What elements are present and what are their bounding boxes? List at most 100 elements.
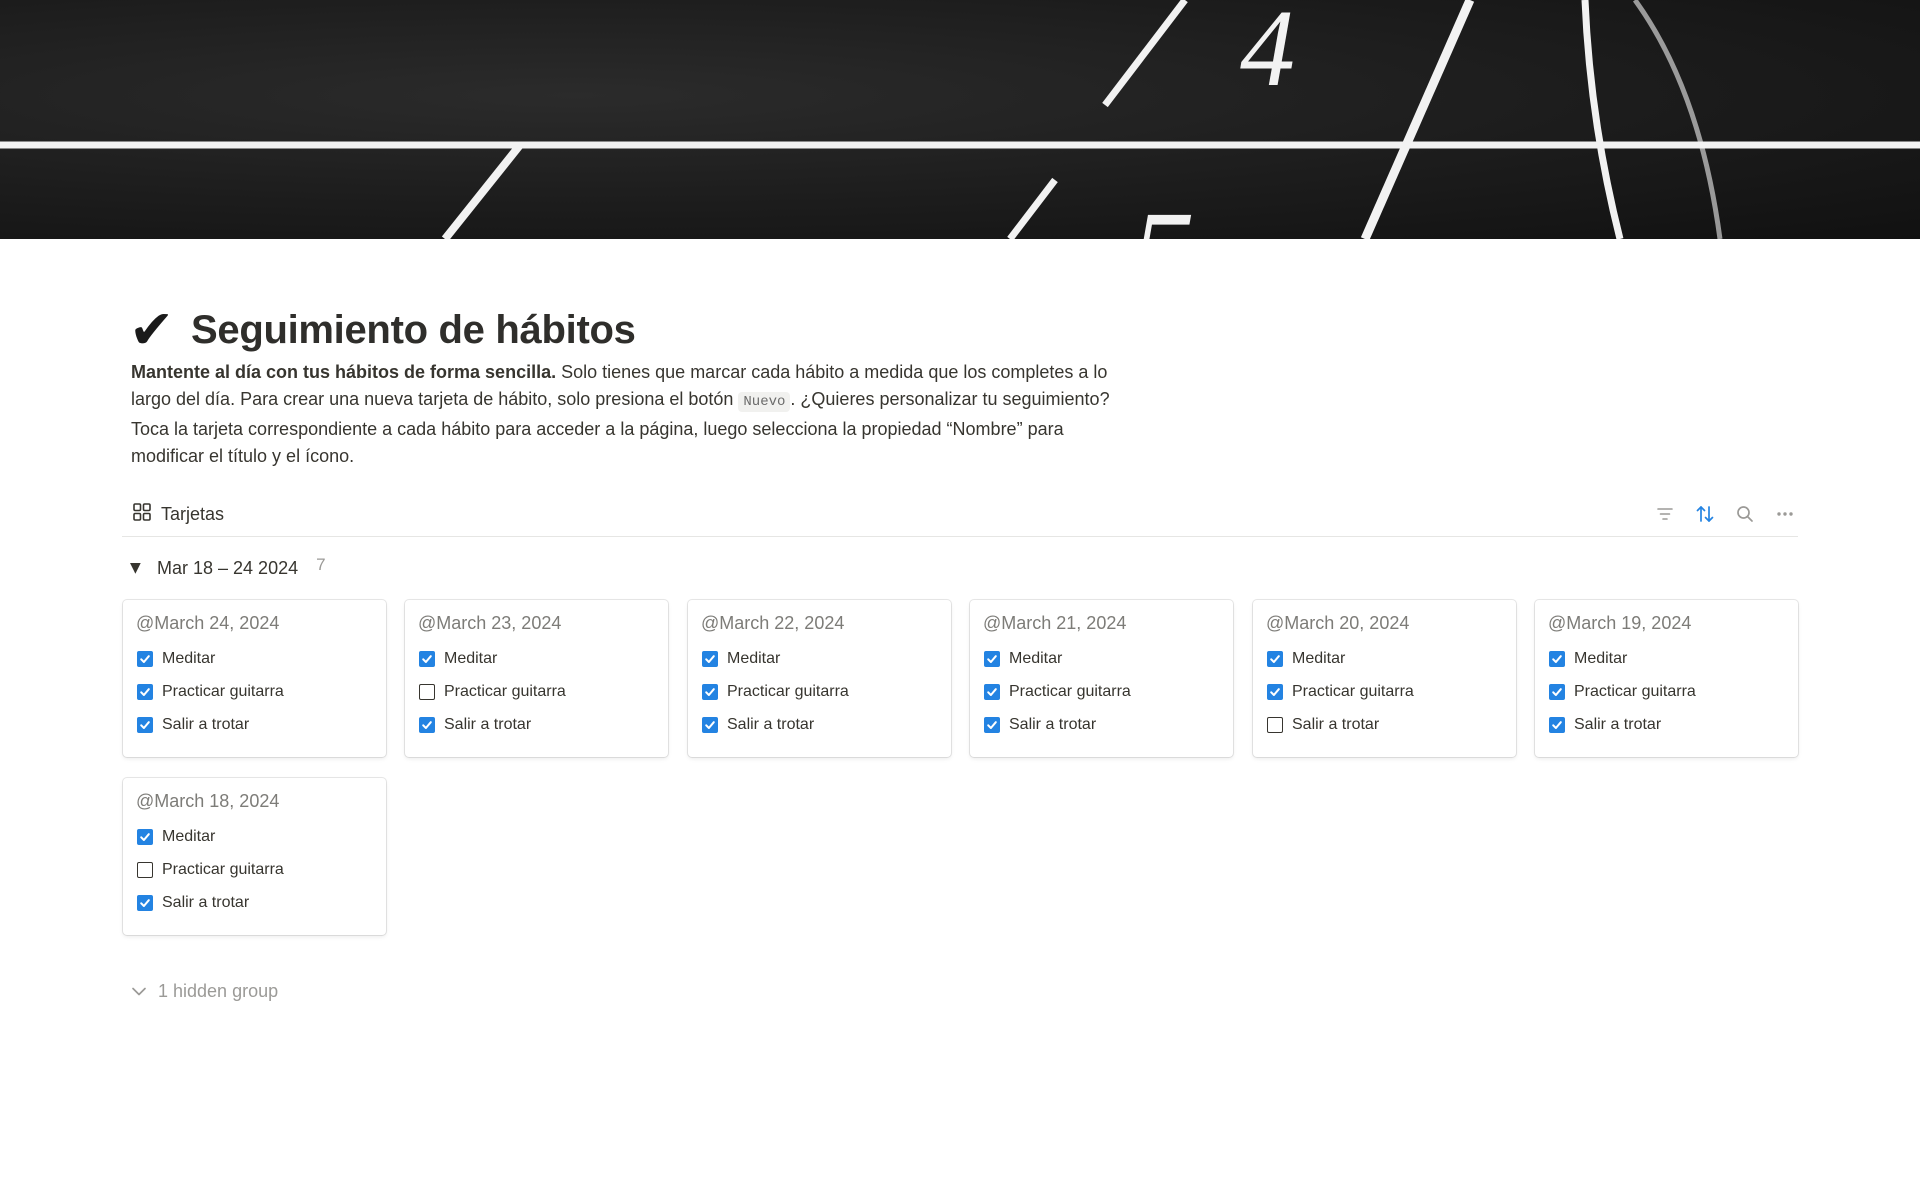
checked-checkbox[interactable] [137,651,153,667]
habit-label: Salir a trotar [444,716,532,733]
habit-row: Meditar [1267,648,1345,670]
habit-label: Practicar guitarra [162,683,284,700]
checked-checkbox[interactable] [137,717,153,733]
checked-checkbox[interactable] [419,717,435,733]
habit-row: Salir a trotar [137,714,249,736]
running-track-illustration: 4 5 [0,0,1920,239]
habit-row: Practicar guitarra [1267,681,1414,703]
habit-row: Practicar guitarra [984,681,1131,703]
filter-button[interactable] [1652,501,1678,527]
habit-card[interactable]: @March 18, 2024 Meditar Practicar guitarra… [123,778,386,935]
checked-checkbox[interactable] [137,829,153,845]
checked-checkbox[interactable] [984,651,1000,667]
card-date: @March 19, 2024 [1548,613,1692,633]
filter-icon [1657,508,1673,520]
checked-checkbox[interactable] [1549,651,1565,667]
checked-checkbox[interactable] [137,684,153,700]
card-date: @March 24, 2024 [136,613,280,633]
page-header: ✔ Seguimiento de hábitos [129,300,636,360]
card-date: @March 20, 2024 [1266,613,1410,633]
search-button[interactable] [1732,501,1758,527]
more-icon [1777,512,1793,516]
unchecked-checkbox[interactable] [137,862,153,878]
habit-label: Meditar [727,650,781,667]
checked-checkbox[interactable] [984,684,1000,700]
database-view-bar: Tarjetas [122,494,1798,537]
habit-label: Salir a trotar [727,716,815,733]
habit-row: Salir a trotar [1549,714,1661,736]
checked-checkbox[interactable] [137,895,153,911]
habit-label: Meditar [1292,650,1346,667]
checked-checkbox[interactable] [984,717,1000,733]
habit-label: Meditar [1009,650,1063,667]
checked-checkbox[interactable] [702,684,718,700]
card-date: @March 22, 2024 [701,613,845,633]
habit-row: Practicar guitarra [419,681,566,703]
sort-button[interactable] [1692,501,1718,527]
habit-row: Salir a trotar [702,714,814,736]
habit-label: Practicar guitarra [1292,683,1414,700]
habit-label: Practicar guitarra [727,683,849,700]
checked-checkbox[interactable] [1549,684,1565,700]
card-date: @March 21, 2024 [983,613,1127,633]
habit-row: Salir a trotar [419,714,531,736]
checked-checkbox[interactable] [1267,651,1283,667]
unchecked-checkbox[interactable] [1267,717,1283,733]
unchecked-checkbox[interactable] [419,684,435,700]
habit-row: Practicar guitarra [137,859,284,881]
checked-checkbox[interactable] [1549,717,1565,733]
habit-card[interactable]: @March 22, 2024 Meditar Practicar guitarra… [688,600,951,757]
page-title[interactable]: Seguimiento de hábitos [191,308,636,353]
view-tab-label: Tarjetas [161,503,225,524]
checked-checkbox[interactable] [702,651,718,667]
habit-label: Salir a trotar [162,894,250,911]
habit-row: Meditar [984,648,1062,670]
hidden-group-label: 1 hidden group [158,980,279,1001]
habit-label: Practicar guitarra [1574,683,1696,700]
habit-label: Salir a trotar [1009,716,1097,733]
habit-card[interactable]: @March 20, 2024 Meditar Practicar guitarra… [1253,600,1516,757]
habit-row: Practicar guitarra [702,681,849,703]
habit-row: Salir a trotar [1267,714,1379,736]
habit-label: Meditar [162,650,216,667]
checked-checkbox[interactable] [702,717,718,733]
description-bold: Mantente al día con tus hábitos de forma… [131,362,557,382]
cover-number-5: 5 [1130,185,1195,239]
habit-row: Meditar [137,648,215,670]
habit-label: Practicar guitarra [162,861,284,878]
habit-label: Practicar guitarra [444,683,566,700]
group-count: 7 [316,555,326,574]
habit-row: Meditar [1549,648,1627,670]
habit-label: Salir a trotar [162,716,250,733]
habit-row: Meditar [137,826,215,848]
habit-row: Meditar [702,648,780,670]
sort-icon [1696,506,1714,522]
habit-row: Salir a trotar [137,892,249,914]
search-icon [1737,506,1753,522]
view-tab-tarjetas[interactable]: Tarjetas [132,499,224,529]
habit-card[interactable]: @March 21, 2024 Meditar Practicar guitarra… [970,600,1233,757]
more-options-button[interactable] [1772,501,1798,527]
page-description: Mantente al día con tus hábitos de forma… [131,359,1131,470]
habit-label: Meditar [162,828,216,845]
cover-number-4: 4 [1240,0,1295,109]
habit-label: Meditar [444,650,498,667]
inline-code-nuevo: Nuevo [738,392,791,412]
gallery-icon [132,502,152,527]
habit-row: Salir a trotar [984,714,1096,736]
habit-card[interactable]: @March 24, 2024 Meditar Practicar guitarra… [123,600,386,757]
cover-image: 4 5 [0,0,1920,239]
collapse-triangle-icon[interactable]: ▼ [130,560,148,576]
habit-row: Practicar guitarra [137,681,284,703]
habit-card[interactable]: @March 23, 2024 Meditar Practicar guitarra… [405,600,668,757]
card-date: @March 18, 2024 [136,791,280,811]
hidden-groups-toggle[interactable]: 1 hidden group [130,978,278,1004]
group-header[interactable]: ▼ Mar 18 – 24 2024 7 [130,554,326,582]
habit-row: Practicar guitarra [1549,681,1696,703]
checked-checkbox[interactable] [1267,684,1283,700]
card-date: @March 23, 2024 [418,613,562,633]
habit-row: Meditar [419,648,497,670]
habit-card[interactable]: @March 19, 2024 Meditar Practicar guitarra… [1535,600,1798,757]
checked-checkbox[interactable] [419,651,435,667]
habit-label: Meditar [1574,650,1628,667]
